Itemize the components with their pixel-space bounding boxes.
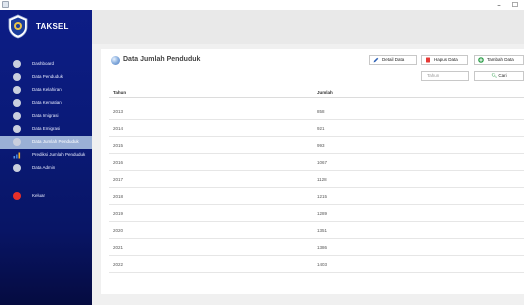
cell-tahun: 2014 — [113, 126, 124, 131]
add-icon — [478, 57, 484, 63]
sidebar-item-label: Data Kelahiran — [32, 87, 62, 92]
cell-jumlah: 1289 — [317, 211, 328, 216]
sidebar-item-prediksi-jumlah-penduduk[interactable]: Prediksi Jumlah Penduduk — [0, 149, 92, 162]
cell-tahun: 2020 — [113, 228, 124, 233]
sidebar-item-data-kelahiran[interactable]: Data Kelahiran — [0, 84, 92, 97]
table-row[interactable]: 2016 1067 — [109, 155, 524, 171]
birth-data-icon — [13, 86, 21, 94]
cell-jumlah: 858 — [317, 109, 325, 114]
dashboard-icon — [13, 60, 21, 68]
page-title: Data Jumlah Penduduk — [123, 56, 201, 63]
logout-icon — [13, 192, 21, 200]
sidebar-item-label: Dashboard — [32, 61, 55, 66]
search-button-label: Cari — [498, 73, 507, 78]
detail-data-button[interactable]: Detail Data — [369, 55, 417, 65]
immigration-data-icon — [13, 112, 21, 120]
cell-jumlah: 1215 — [317, 194, 328, 199]
emigration-data-icon — [13, 125, 21, 133]
taksel-logo-icon — [8, 14, 28, 39]
minimize-button[interactable]: – — [492, 0, 506, 10]
sidebar-item-label: Data Kematian — [32, 100, 62, 105]
search-button[interactable]: 🔍︎ Cari — [474, 71, 524, 81]
hapus-data-button[interactable]: Hapus Data — [421, 55, 468, 65]
tambah-data-button[interactable]: Tambah Data — [474, 55, 524, 65]
app-window-icon — [2, 1, 9, 8]
cell-tahun: 2022 — [113, 262, 124, 267]
sidebar-item-data-penduduk[interactable]: Data Penduduk — [0, 71, 92, 84]
tambah-data-label: Tambah Data — [487, 57, 514, 62]
app-window: – ☐ TAKSEL Dashboard Data Penduduk Data … — [0, 0, 524, 305]
death-data-icon — [13, 99, 21, 107]
title-bar: – ☐ — [0, 0, 524, 10]
delete-icon — [426, 57, 430, 63]
search-year-input[interactable]: Tahun — [421, 71, 469, 81]
sidebar-item-label: Prediksi Jumlah Penduduk — [32, 152, 86, 157]
sidebar-item-data-emigrasi[interactable]: Data Emigrasi — [0, 123, 92, 136]
sidebar-item-label: Data Imigrasi — [32, 113, 59, 118]
table-row[interactable]: 2021 1386 — [109, 240, 524, 256]
sidebar-item-label: Data Admin — [32, 165, 56, 170]
column-header-tahun[interactable]: Tahun — [113, 90, 126, 95]
admin-user-icon — [13, 164, 21, 172]
cell-jumlah: 1386 — [317, 245, 328, 250]
sidebar-item-data-kematian[interactable]: Data Kematian — [0, 97, 92, 110]
cell-jumlah: 1403 — [317, 262, 328, 267]
sidebar-item-data-imigrasi[interactable]: Data Imigrasi — [0, 110, 92, 123]
cell-jumlah: 993 — [317, 143, 325, 148]
brand-name: TAKSEL — [36, 22, 69, 31]
table-row[interactable]: 2013 858 — [109, 104, 524, 120]
sidebar-item-label: Data Penduduk — [32, 74, 64, 79]
cell-jumlah: 1128 — [317, 177, 327, 182]
cell-tahun: 2017 — [113, 177, 124, 182]
header-band — [92, 10, 524, 44]
edit-pencil-icon — [373, 57, 379, 63]
population-count-icon — [13, 138, 21, 146]
table-row[interactable]: 2015 993 — [109, 138, 524, 154]
table-row[interactable]: 2017 1128 — [109, 172, 524, 188]
sidebar-item-dashboard[interactable]: Dashboard — [0, 58, 92, 71]
sidebar: TAKSEL Dashboard Data Penduduk Data Kela… — [0, 10, 92, 305]
cell-tahun: 2021 — [113, 245, 124, 250]
cell-tahun: 2018 — [113, 194, 124, 199]
cell-jumlah: 1351 — [317, 228, 328, 233]
brand: TAKSEL — [0, 10, 92, 44]
cell-jumlah: 1067 — [317, 160, 328, 165]
population-globe-icon — [111, 56, 120, 65]
table-row[interactable]: 2014 921 — [109, 121, 524, 137]
table-row[interactable]: 2020 1351 — [109, 223, 524, 239]
table-row[interactable]: 2018 1215 — [109, 189, 524, 205]
cell-tahun: 2015 — [113, 143, 124, 148]
detail-data-label: Detail Data — [382, 57, 405, 62]
sidebar-item-label: Data Jumlah Penduduk — [32, 139, 79, 144]
cell-tahun: 2019 — [113, 211, 124, 216]
population-table: Tahun Jumlah 2013 858 2014 921 2015 993 … — [109, 87, 524, 273]
table-row[interactable]: 2019 1289 — [109, 206, 524, 222]
prediction-chart-icon — [13, 152, 21, 159]
search-icon: 🔍︎ — [491, 74, 498, 79]
table-header: Tahun Jumlah — [109, 87, 524, 98]
sidebar-item-label: Keluar — [32, 193, 46, 198]
sidebar-item-data-admin[interactable]: Data Admin — [0, 162, 92, 175]
cell-tahun: 2013 — [113, 109, 124, 114]
maximize-button[interactable]: ☐ — [508, 0, 522, 10]
cell-jumlah: 921 — [317, 126, 325, 131]
sidebar-item-keluar[interactable]: Keluar — [0, 190, 92, 203]
sidebar-item-data-jumlah-penduduk[interactable]: Data Jumlah Penduduk — [0, 136, 92, 149]
hapus-data-label: Hapus Data — [434, 57, 458, 62]
cell-tahun: 2016 — [113, 160, 124, 165]
sidebar-item-label: Data Emigrasi — [32, 126, 61, 131]
table-row[interactable]: 2022 1403 — [109, 257, 524, 273]
citizen-data-icon — [13, 73, 21, 81]
column-header-jumlah[interactable]: Jumlah — [317, 90, 333, 95]
